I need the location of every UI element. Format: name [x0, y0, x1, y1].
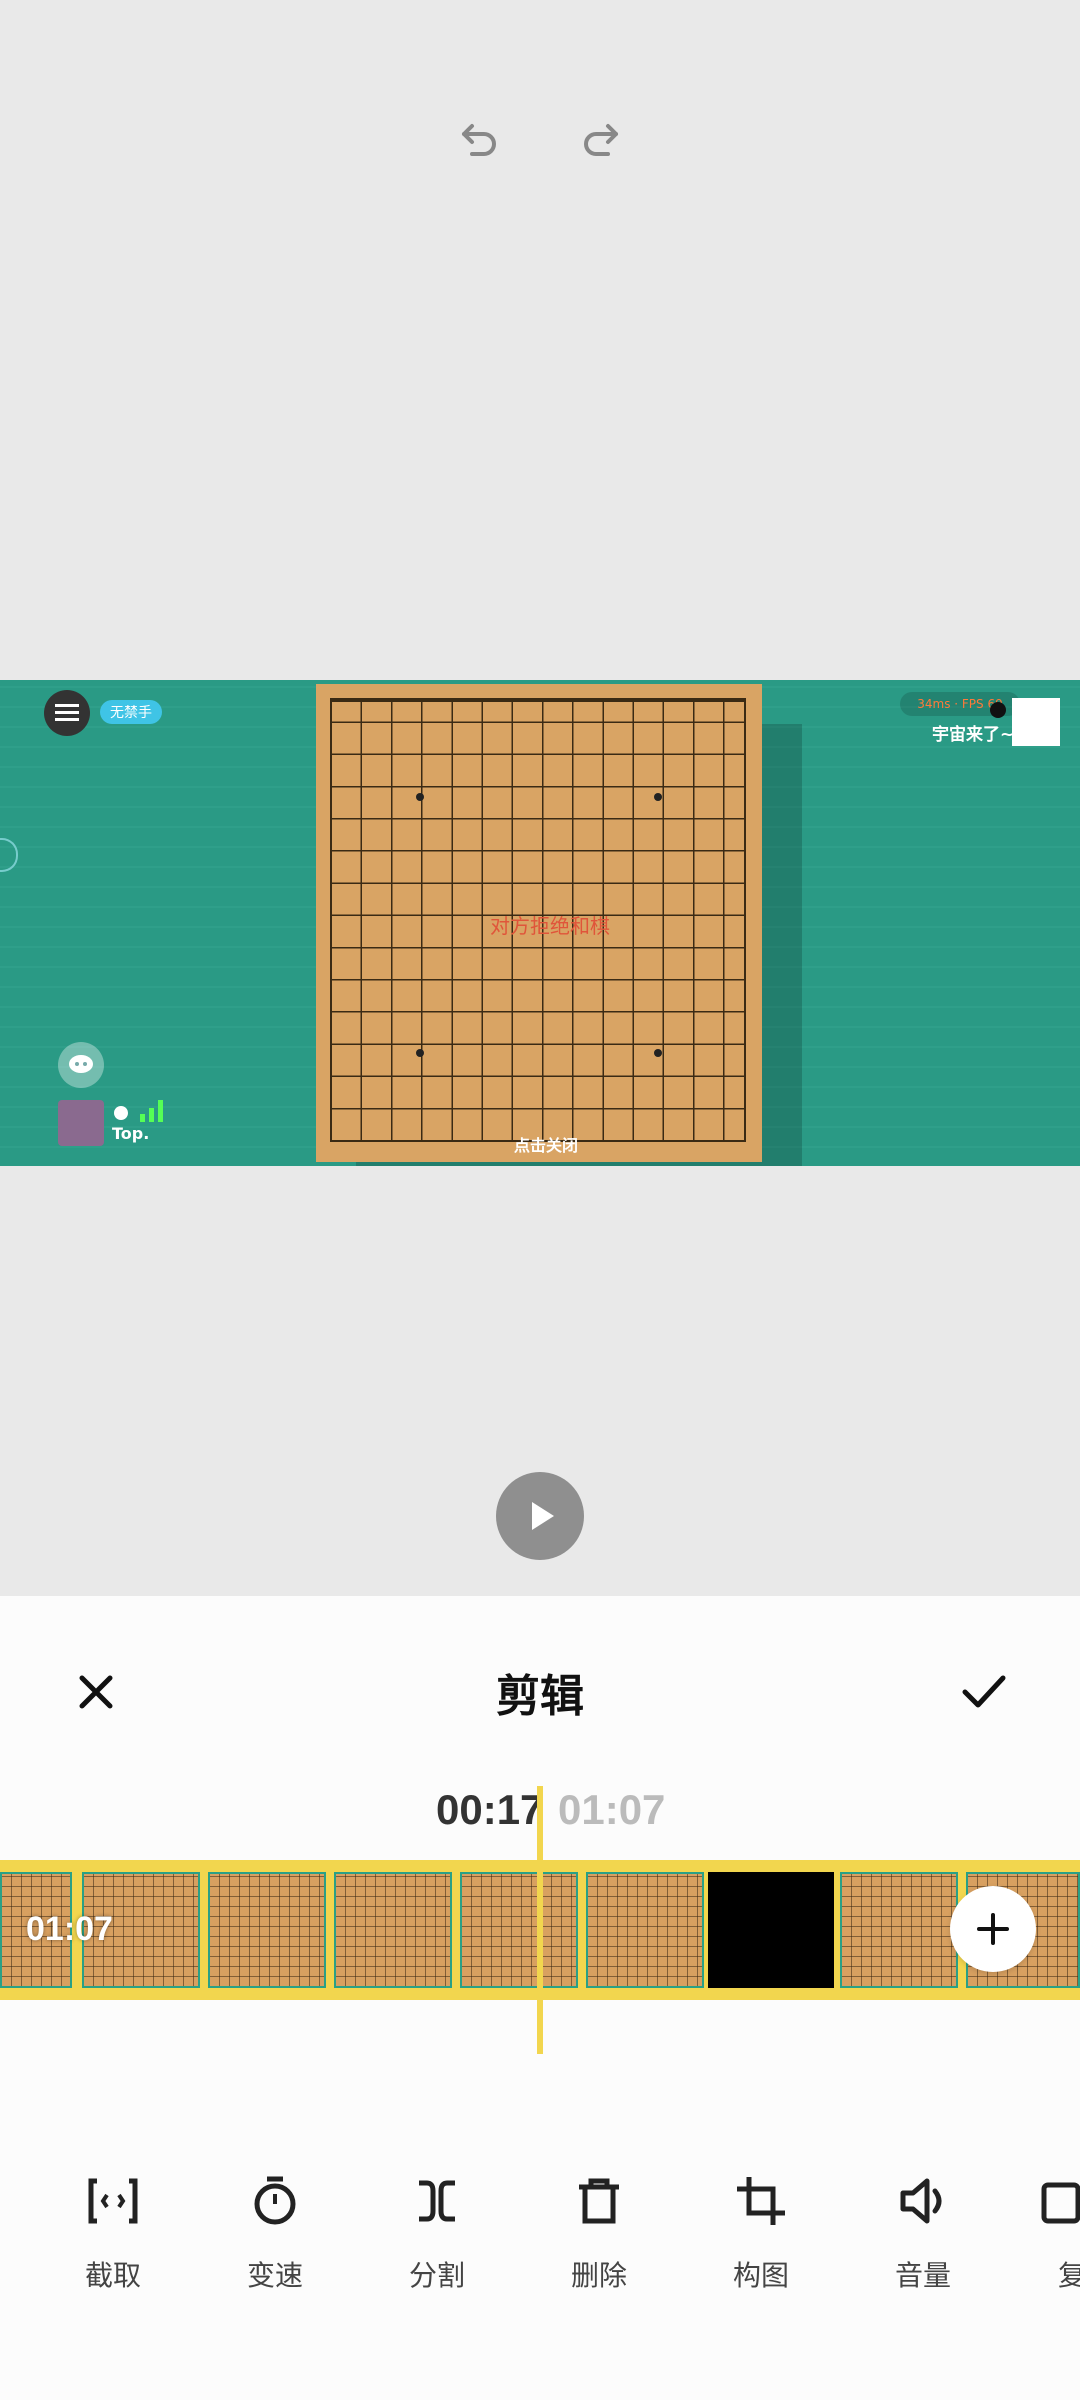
plus-icon [977, 1913, 1009, 1945]
undo-icon [462, 124, 496, 156]
edit-panel: 剪辑 00:17 01:07 01:07 截取 变速 分割 删除 构图 音量 复 [0, 1596, 1080, 2400]
add-clip-button[interactable] [950, 1886, 1036, 1972]
redo-button[interactable] [560, 100, 640, 180]
close-hint: 点击关闭 [514, 1136, 579, 1155]
side-handle-icon [0, 838, 18, 872]
signal-icon [140, 1100, 166, 1126]
menu-icon [55, 704, 79, 721]
trim-icon [88, 2178, 138, 2224]
playhead[interactable] [537, 1786, 543, 2054]
clip-duration: 01:07 [26, 1910, 113, 1948]
star-point [654, 793, 662, 801]
tool-split[interactable]: 分割 [382, 2166, 492, 2294]
tool-label: 变速 [246, 2259, 303, 2292]
tool-delete[interactable]: 删除 [544, 2166, 654, 2294]
tool-trim[interactable]: 截取 [58, 2166, 168, 2294]
play-icon [532, 1502, 554, 1530]
rule-badge: 无禁手 [100, 700, 162, 724]
opponent-avatar [1012, 698, 1060, 746]
volume-icon [900, 2178, 942, 2224]
tool-label: 删除 [570, 2259, 627, 2292]
opponent-name: 宇宙来了~ [932, 725, 1015, 745]
clip-frame [460, 1872, 578, 1988]
undo-button[interactable] [440, 100, 520, 180]
clip-frame [334, 1872, 452, 1988]
player-label: Top. [112, 1124, 150, 1143]
tool-crop[interactable]: 构图 [706, 2166, 816, 2294]
tool-volume[interactable]: 音量 [868, 2166, 978, 2294]
split-icon [419, 2180, 455, 2222]
player-avatar [58, 1100, 104, 1146]
video-preview[interactable]: 无禁手 对方拒绝和棋 点击关闭 34ms · FPS 69 宇宙来了~ Top. [0, 680, 1080, 1166]
tool-label: 截取 [84, 2259, 141, 2292]
clip-frame [208, 1872, 326, 1988]
tool-label: 构图 [732, 2259, 789, 2292]
black-stone-icon [990, 702, 1006, 718]
clip-frame [840, 1872, 958, 1988]
play-button[interactable] [496, 1472, 584, 1560]
copy-icon [1041, 2182, 1080, 2224]
tool-copy[interactable]: 复 [1030, 2166, 1080, 2294]
speed-icon [254, 2176, 296, 2225]
current-time: 00:17 [436, 1786, 544, 1833]
clip-frame-black [708, 1872, 834, 1988]
game-menu-button [44, 690, 90, 736]
star-point [654, 1049, 662, 1057]
confirm-button[interactable] [948, 1656, 1020, 1728]
check-icon [962, 1675, 1006, 1708]
delete-icon [579, 2178, 619, 2224]
game-message: 对方拒绝和棋 [490, 914, 610, 938]
tool-label: 分割 [408, 2259, 465, 2292]
redo-icon [584, 124, 618, 156]
clip-frame [586, 1872, 704, 1988]
tool-label: 音量 [894, 2259, 951, 2292]
total-time: 01:07 [558, 1786, 666, 1833]
tool-speed[interactable]: 变速 [220, 2166, 330, 2294]
tool-label: 复 [1058, 2259, 1080, 2292]
star-point [416, 1049, 424, 1057]
white-stone-icon [114, 1106, 128, 1120]
panel-title: 剪辑 [496, 1671, 584, 1722]
chat-icon [58, 1042, 104, 1088]
crop-icon [737, 2177, 785, 2225]
star-point [416, 793, 424, 801]
